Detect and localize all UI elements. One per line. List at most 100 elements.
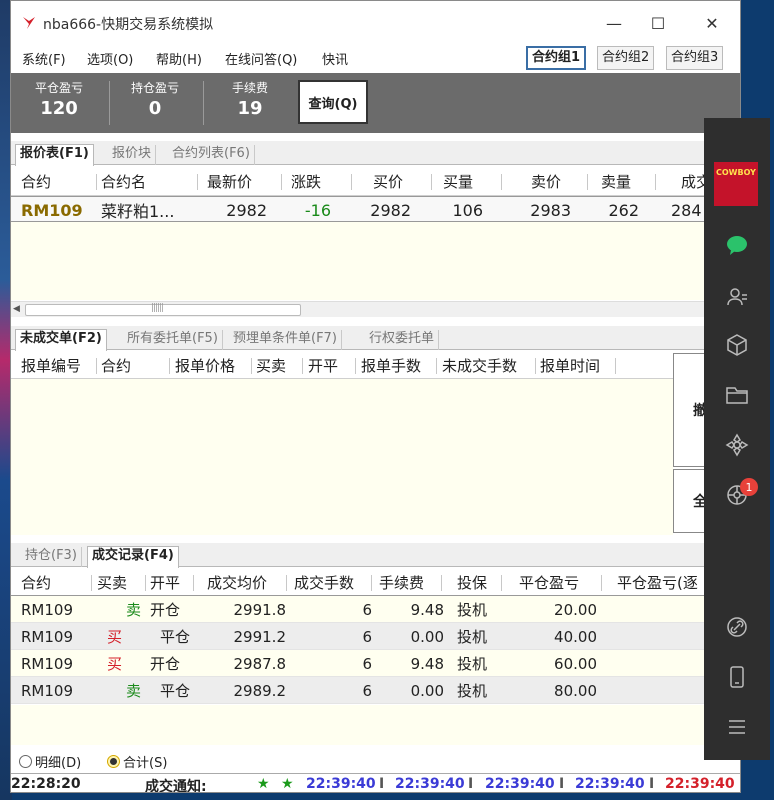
- col-order-price[interactable]: 报单价格: [175, 353, 250, 378]
- trade-table-header: 合约 买卖 开平 成交均价 成交手数 手续费 投保 平仓盈亏 平仓盈亏(逐: [11, 570, 740, 596]
- close-pnl-stat: 平仓盈亏 120: [19, 79, 99, 119]
- col-avg-price[interactable]: 成交均价: [207, 570, 282, 595]
- detail-radio[interactable]: 明细(D): [19, 752, 81, 771]
- column-divider: [197, 174, 198, 190]
- column-divider: [355, 358, 356, 374]
- tab-trade-records[interactable]: 成交记录(F4): [87, 546, 179, 568]
- trade-contract: RM109: [21, 627, 73, 646]
- menu-options[interactable]: 选项(O): [87, 49, 133, 68]
- order-table-body: [11, 379, 673, 535]
- tab-quote-table[interactable]: 报价表(F1): [15, 144, 94, 166]
- chat-icon[interactable]: [724, 232, 750, 258]
- box-icon[interactable]: [724, 332, 750, 358]
- minimize-button[interactable]: —: [599, 11, 629, 35]
- tab-quote-block[interactable]: 报价块: [108, 145, 157, 165]
- menu-icon[interactable]: [724, 714, 750, 740]
- tab-contract-group-3[interactable]: 合约组3: [666, 46, 724, 70]
- col-contract-name[interactable]: 合约名: [101, 168, 196, 195]
- column-divider: [601, 575, 602, 591]
- col-order-contract[interactable]: 合约: [101, 353, 171, 378]
- col-unfilled-qty[interactable]: 未成交手数: [442, 353, 534, 378]
- col-order-qty[interactable]: 报单手数: [361, 353, 436, 378]
- avatar[interactable]: COWBOY: [714, 162, 758, 206]
- fee-stat: 手续费 19: [210, 79, 290, 119]
- menu-system[interactable]: 系统(F): [22, 49, 66, 68]
- contacts-icon[interactable]: [724, 284, 750, 310]
- menu-online-qa[interactable]: 在线问答(Q): [225, 49, 297, 68]
- order-table-header: 报单编号 合约 报单价格 买卖 开平 报单手数 未成交手数 报单时间: [11, 353, 673, 379]
- quote-change: -16: [304, 200, 331, 220]
- col-close-pnl[interactable]: 平仓盈亏: [519, 570, 594, 595]
- col-ask[interactable]: 卖价: [531, 168, 576, 195]
- tab-exercise-orders[interactable]: 行权委托单: [365, 330, 440, 350]
- column-divider: [351, 174, 352, 190]
- fee-value: 19: [237, 98, 263, 119]
- trade-fee: 9.48: [410, 600, 444, 619]
- col-contract[interactable]: 合约: [21, 168, 91, 195]
- query-button[interactable]: 查询(Q): [298, 80, 368, 124]
- account-summary-bar: 平仓盈亏 120 持仓盈亏 0 手续费 19 查询(Q): [11, 73, 740, 133]
- trade-row[interactable]: RM109 买 开仓 2987.8 6 9.48 投机 60.00 60: [11, 650, 740, 677]
- column-divider: [281, 174, 282, 190]
- quote-row[interactable]: RM109 菜籽粕1... 2982 -16 2982 106 2983 262…: [11, 196, 740, 222]
- mini-program-icon[interactable]: [724, 432, 750, 458]
- col-last-price[interactable]: 最新价: [207, 168, 277, 195]
- col-order-offset[interactable]: 开平: [308, 353, 348, 378]
- col-bid-volume[interactable]: 买量: [443, 168, 488, 195]
- tab-conditional-orders[interactable]: 预埋单条件单(F7): [229, 330, 342, 350]
- menu-help[interactable]: 帮助(H): [156, 49, 202, 68]
- column-divider: [96, 358, 97, 374]
- trade-table-body: [11, 705, 740, 745]
- trade-close-pnl: 20.00: [554, 600, 597, 619]
- col-order-time[interactable]: 报单时间: [540, 353, 615, 378]
- notice-star-icon: ★: [257, 776, 270, 792]
- tab-contract-list[interactable]: 合约列表(F6): [168, 145, 255, 165]
- tab-positions[interactable]: 持仓(F3): [21, 547, 82, 567]
- col-ask-volume[interactable]: 卖量: [601, 168, 646, 195]
- fee-label: 手续费: [231, 81, 268, 95]
- tab-all-orders[interactable]: 所有委托单(F5): [123, 330, 223, 350]
- side-dock-panel: COWBOY 1: [704, 118, 770, 760]
- phone-icon[interactable]: [724, 664, 750, 690]
- link-icon[interactable]: [724, 614, 750, 640]
- trade-avg-price: 2987.8: [233, 654, 287, 673]
- col-hedge[interactable]: 投保: [457, 570, 497, 595]
- trade-row[interactable]: RM109 卖 开仓 2991.8 6 9.48 投机 20.00 20: [11, 596, 740, 623]
- summary-divider: [203, 81, 204, 125]
- notice-separator: I: [468, 776, 474, 792]
- notice-separator: I: [379, 776, 385, 792]
- col-trade-offset[interactable]: 开平: [150, 570, 190, 595]
- col-bid[interactable]: 买价: [373, 168, 423, 195]
- close-button[interactable]: ✕: [697, 11, 727, 35]
- column-divider: [431, 174, 432, 190]
- trade-avg-price: 2991.8: [233, 600, 287, 619]
- quote-ask-volume: 262: [608, 200, 639, 220]
- col-trade-qty[interactable]: 成交手数: [294, 570, 369, 595]
- scroll-left-icon[interactable]: ◀: [13, 304, 20, 314]
- folder-icon[interactable]: [724, 382, 750, 408]
- trade-notice-label: 成交通知:: [145, 779, 207, 793]
- col-trade-side[interactable]: 买卖: [97, 570, 137, 595]
- col-trade-contract[interactable]: 合约: [21, 570, 81, 595]
- column-divider: [501, 575, 502, 591]
- quote-table-body: [11, 222, 740, 300]
- trade-row[interactable]: RM109 卖 平仓 2989.2 6 0.00 投机 80.00 80: [11, 677, 740, 704]
- total-radio[interactable]: 合计(S): [107, 752, 167, 771]
- quote-last-price: 2982: [226, 200, 267, 220]
- col-trade-fee[interactable]: 手续费: [379, 570, 439, 595]
- title-bar[interactable]: nba666-快期交易系统模拟 — ☐ ✕: [11, 1, 740, 45]
- col-order-side[interactable]: 买卖: [256, 353, 296, 378]
- menu-news[interactable]: 快讯: [322, 49, 348, 68]
- trade-side-buy: 买: [107, 628, 123, 646]
- tab-pending-orders[interactable]: 未成交单(F2): [15, 329, 107, 351]
- trade-row[interactable]: RM109 买 平仓 2991.2 6 0.00 投机 40.00 40: [11, 623, 740, 650]
- quote-ask: 2983: [530, 200, 571, 220]
- summary-divider: [109, 81, 110, 125]
- maximize-button[interactable]: ☐: [643, 11, 673, 35]
- col-order-id[interactable]: 报单编号: [21, 353, 96, 378]
- tab-contract-group-2[interactable]: 合约组2: [597, 46, 655, 70]
- quote-horizontal-scrollbar[interactable]: ◀ ||||||: [11, 301, 740, 317]
- trade-offset: 平仓: [160, 682, 190, 700]
- tab-contract-group-1[interactable]: 合约组1: [526, 46, 587, 70]
- col-change[interactable]: 涨跌: [291, 168, 346, 195]
